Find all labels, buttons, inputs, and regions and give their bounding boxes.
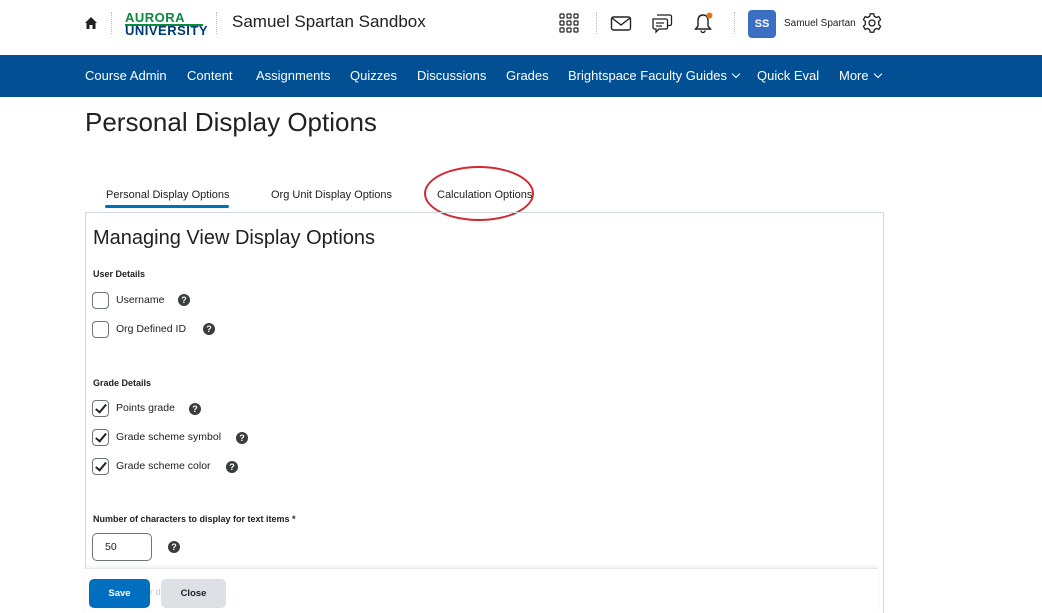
grade-scheme-symbol-checkbox[interactable] <box>92 429 109 446</box>
nav-grades[interactable]: Grades <box>506 68 549 83</box>
help-icon[interactable]: ? <box>226 461 238 473</box>
chars-label: Number of characters to display for text… <box>93 514 296 524</box>
gear-icon[interactable] <box>861 12 883 34</box>
nav-content[interactable]: Content <box>187 68 233 83</box>
header-divider <box>734 12 735 34</box>
nav-faculty-guides[interactable]: Brightspace Faculty Guides <box>568 68 741 83</box>
header-divider <box>596 12 597 34</box>
points-grade-label: Points grade <box>116 402 175 414</box>
university-logo[interactable]: AURORA UNIVERSITY <box>125 11 208 37</box>
grade-scheme-color-checkbox[interactable] <box>92 458 109 475</box>
grade-scheme-symbol-label: Grade scheme symbol <box>116 431 222 443</box>
tab-panel <box>85 212 884 613</box>
tab-org-unit-display-options[interactable]: Org Unit Display Options <box>271 189 392 201</box>
tab-personal-display-options[interactable]: Personal Display Options <box>106 189 230 201</box>
org-name-link[interactable]: Samuel Spartan Sandbox <box>232 12 426 32</box>
avatar[interactable]: SS <box>748 10 776 38</box>
page-title: Personal Display Options <box>85 107 377 137</box>
nav-assignments[interactable]: Assignments <box>256 68 330 83</box>
save-button[interactable]: Save <box>89 579 150 608</box>
help-icon[interactable]: ? <box>203 323 215 335</box>
username-label: Username <box>116 294 165 306</box>
header-divider <box>216 12 217 34</box>
top-header: AURORA UNIVERSITY Samuel Spartan Sandbox… <box>0 0 1042 55</box>
nav-quizzes[interactable]: Quizzes <box>350 68 397 83</box>
bell-icon[interactable] <box>692 12 714 34</box>
help-icon[interactable]: ? <box>178 294 190 306</box>
nav-discussions[interactable]: Discussions <box>417 68 486 83</box>
username-checkbox[interactable] <box>92 292 109 309</box>
chat-icon[interactable] <box>651 12 673 34</box>
help-icon[interactable]: ? <box>168 541 180 553</box>
home-icon[interactable] <box>84 16 98 30</box>
chevron-down-icon <box>731 69 741 79</box>
mail-icon[interactable] <box>610 12 632 34</box>
user-details-label: User Details <box>93 269 146 279</box>
chars-input[interactable] <box>92 533 152 561</box>
org-defined-id-checkbox[interactable] <box>92 321 109 338</box>
user-name[interactable]: Samuel Spartan <box>784 18 856 29</box>
help-icon[interactable]: ? <box>236 432 248 444</box>
nav-more[interactable]: More <box>839 68 882 83</box>
section-title: Managing View Display Options <box>93 227 376 249</box>
waffle-grid-icon[interactable] <box>558 12 580 34</box>
help-icon[interactable]: ? <box>189 403 201 415</box>
course-navbar: Course Admin Content Assignments Quizzes… <box>0 55 1042 97</box>
chevron-down-icon <box>873 69 882 79</box>
tab-selected-indicator <box>105 205 229 208</box>
nav-quick-eval[interactable]: Quick Eval <box>757 68 819 83</box>
nav-course-admin[interactable]: Course Admin <box>85 68 167 83</box>
grade-details-label: Grade Details <box>93 378 152 388</box>
header-divider <box>111 12 112 34</box>
org-defined-id-label: Org Defined ID <box>116 323 187 335</box>
close-button[interactable]: Close <box>161 579 226 608</box>
grade-scheme-color-label: Grade scheme color <box>116 460 211 472</box>
points-grade-checkbox[interactable] <box>92 400 109 417</box>
